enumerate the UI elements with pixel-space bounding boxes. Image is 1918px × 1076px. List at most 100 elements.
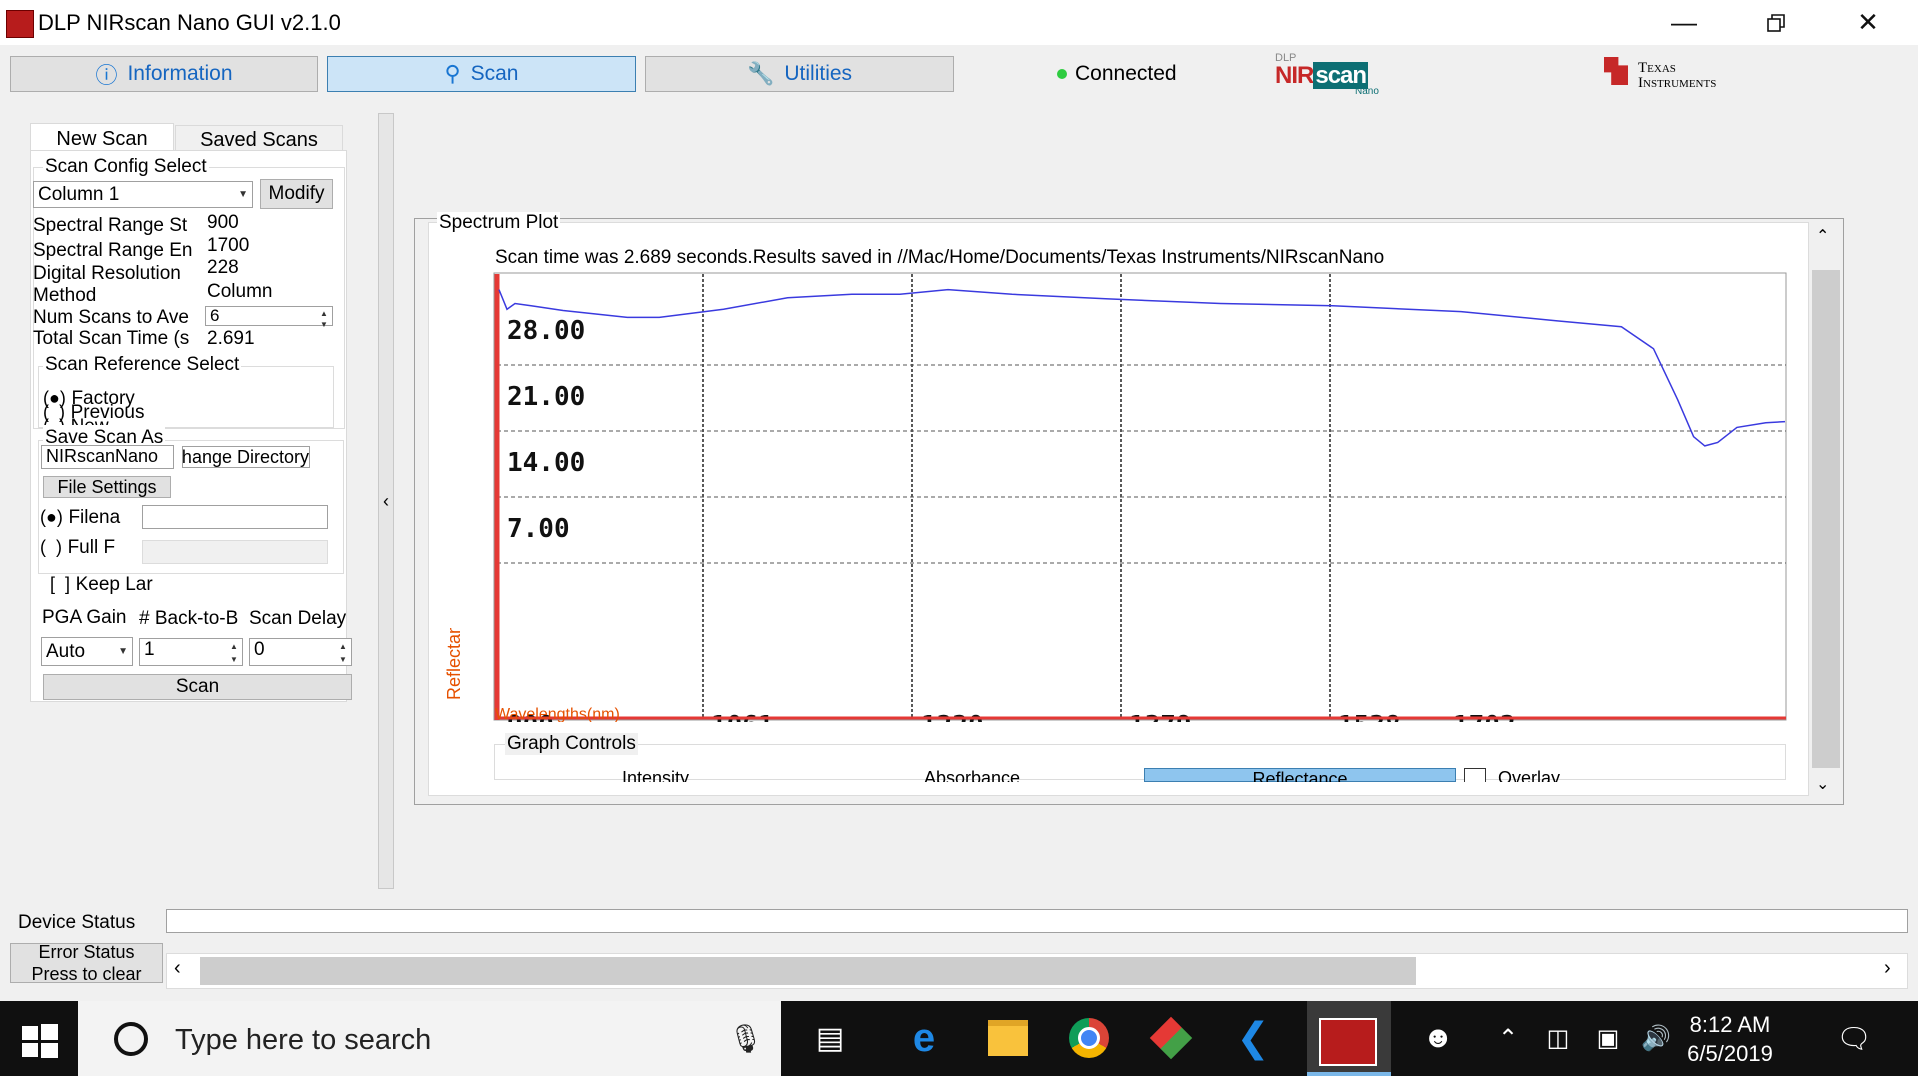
spin-arrows-icon[interactable]: ▲ ▼ xyxy=(336,640,350,664)
graph-controls-row: Intensity Absorbance Reflectance Overlay xyxy=(494,768,1786,782)
scan-result-message: Scan time was 2.689 seconds.Results save… xyxy=(495,247,1385,268)
overlay-checkbox[interactable] xyxy=(1464,768,1486,782)
subtab-saved-scans-label: Saved Scans xyxy=(200,128,318,151)
graph-controls-title: Graph Controls xyxy=(505,733,638,755)
battery-icon[interactable]: ◫ xyxy=(1530,1012,1586,1064)
intensity-button[interactable]: Intensity xyxy=(622,768,689,782)
chevron-left-icon: ‹ xyxy=(383,490,389,511)
clock-date: 6/5/2019 xyxy=(1687,1041,1773,1066)
field-label-spectral-end: Spectral Range En xyxy=(33,240,193,261)
y-axis-label: Reflectance xyxy=(444,628,464,700)
scan-config-value: Column 1 xyxy=(38,183,120,205)
scan-config-select[interactable]: Column 1 ▼ xyxy=(33,181,253,208)
tab-scan[interactable]: ⚲ Scan xyxy=(327,56,636,92)
field-value-total-scan-time: 2.691 xyxy=(207,328,255,349)
file-explorer-icon[interactable] xyxy=(980,1012,1036,1064)
taskbar-clock[interactable]: 8:12 AM 6/5/2019 xyxy=(1680,1010,1780,1068)
active-app-indicator xyxy=(1307,1072,1391,1076)
field-label-total-scan-time: Total Scan Time (s xyxy=(33,328,190,349)
reflectance-button[interactable]: Reflectance xyxy=(1144,768,1456,782)
field-value-digital-resolution: 228 xyxy=(207,257,239,278)
nirscan-logo: DLP NIRscan Nano xyxy=(1275,52,1379,97)
windows-start-icon[interactable] xyxy=(22,1024,62,1058)
scroll-left-icon[interactable]: ‹ xyxy=(174,957,181,980)
back-to-back-stepper[interactable]: 1 ▲ ▼ xyxy=(139,638,243,666)
field-label-method: Method xyxy=(33,285,97,306)
scan-delay-label: Scan Delay xyxy=(249,608,347,629)
keep-checkbox[interactable]: [ ] Keep Lar xyxy=(50,573,153,596)
edge-browser-icon[interactable]: e xyxy=(896,1012,952,1064)
y-tick-label: 7.00 xyxy=(507,514,570,544)
absorbance-button[interactable]: Absorbance xyxy=(924,768,1020,782)
full-path-input[interactable] xyxy=(142,540,328,564)
plot-scroll-thumb[interactable] xyxy=(1812,270,1840,768)
scroll-right-icon[interactable]: › xyxy=(1884,957,1891,980)
chevron-down-icon: ▼ xyxy=(238,189,248,200)
restore-button[interactable] xyxy=(1730,0,1822,45)
field-value-method: Column xyxy=(207,281,273,302)
search-icon: ⚲ xyxy=(444,61,461,86)
info-icon: ⓘ xyxy=(95,63,118,88)
scroll-down-icon[interactable]: ⌄ xyxy=(1816,774,1829,794)
connection-status: Connected xyxy=(1057,62,1177,86)
notifications-icon[interactable]: 🗨 xyxy=(1826,1012,1882,1064)
chevron-up-icon[interactable]: ⌃ xyxy=(1480,1012,1536,1064)
connection-status-label: Connected xyxy=(1075,62,1177,85)
close-button[interactable]: ✕ xyxy=(1822,0,1914,45)
chrome-icon[interactable] xyxy=(1061,1012,1117,1064)
scan-button[interactable]: Scan xyxy=(43,674,352,700)
scroll-up-icon[interactable]: ⌃ xyxy=(1816,226,1829,246)
filename-input[interactable] xyxy=(142,505,328,529)
radio-new[interactable]: ( ) New xyxy=(43,415,109,425)
radio-full-path[interactable]: ( ) Full F xyxy=(40,536,115,559)
pga-gain-select[interactable]: Auto ▼ xyxy=(41,637,133,666)
restore-icon xyxy=(1767,13,1785,32)
wrench-icon: 🔧 xyxy=(746,61,775,86)
device-status-label: Device Status xyxy=(18,912,136,933)
spin-arrows-icon[interactable]: ▲ ▼ xyxy=(317,308,331,329)
radio-filename[interactable]: (●) Filena xyxy=(40,506,120,529)
error-status-button[interactable]: Error Status Press to clear xyxy=(10,943,163,983)
file-settings-button[interactable]: File Settings xyxy=(43,476,171,498)
field-value-spectral-start: 900 xyxy=(207,212,239,233)
spectrum-plot-title: Spectrum Plot xyxy=(437,212,561,232)
scan-delay-value: 0 xyxy=(254,639,265,660)
task-view-icon[interactable]: ▤ xyxy=(802,1012,858,1064)
spin-arrows-icon[interactable]: ▲ ▼ xyxy=(227,640,241,664)
texas-instruments-logo: Texas Instruments xyxy=(1600,57,1750,97)
collapse-panel-splitter[interactable]: ‹ xyxy=(378,113,394,889)
close-icon: ✕ xyxy=(1857,7,1879,37)
press-to-clear-label: Press to clear xyxy=(31,964,142,983)
back-to-back-label: # Back-to-B xyxy=(139,608,239,629)
nirscan-app-icon xyxy=(1319,1018,1377,1066)
search-placeholder: Type here to search xyxy=(175,1024,432,1056)
status-dot-icon xyxy=(1057,69,1067,79)
vscode-icon[interactable]: ❮ xyxy=(1225,1012,1281,1064)
scan-delay-stepper[interactable]: 0 ▲ ▼ xyxy=(249,638,352,666)
scan-config-title: Scan Config Select xyxy=(43,156,209,178)
y-tick-label: 21.00 xyxy=(507,382,585,412)
field-value-spectral-end: 1700 xyxy=(207,235,250,256)
tab-information[interactable]: ⓘ Information xyxy=(10,56,318,92)
tab-utilities[interactable]: 🔧 Utilities xyxy=(645,56,954,92)
modify-button[interactable]: Modify xyxy=(260,179,333,209)
chevron-down-icon: ▼ xyxy=(118,646,128,657)
y-tick-label: 28.00 xyxy=(507,316,585,346)
microphone-icon[interactable]: 🎙 xyxy=(728,1022,764,1055)
git-client-icon[interactable] xyxy=(1143,1012,1199,1064)
minimize-button[interactable]: — xyxy=(1638,0,1730,45)
tab-utilities-label: Utilities xyxy=(784,62,853,85)
minimize-icon: — xyxy=(1671,7,1697,37)
field-label-num-scans: Num Scans to Ave xyxy=(33,307,189,328)
subtab-new-scan-label: New Scan xyxy=(56,128,148,150)
pga-gain-label: PGA Gain xyxy=(42,607,127,628)
volume-icon[interactable]: 🔊 xyxy=(1628,1012,1684,1064)
people-icon[interactable]: ☻ xyxy=(1410,1012,1466,1064)
scan-reference-title: Scan Reference Select xyxy=(43,354,242,376)
reference-options: (●) Factory ( ) Previous ( ) New xyxy=(43,387,333,425)
num-scans-stepper[interactable]: 6 ▲ ▼ xyxy=(205,306,333,329)
y-tick-label: 14.00 xyxy=(507,448,585,478)
change-directory-button[interactable]: Change Directory xyxy=(182,446,310,468)
file-prefix-input[interactable]: NIRscanNano xyxy=(41,445,174,469)
status-scroll-thumb[interactable] xyxy=(200,957,1416,985)
